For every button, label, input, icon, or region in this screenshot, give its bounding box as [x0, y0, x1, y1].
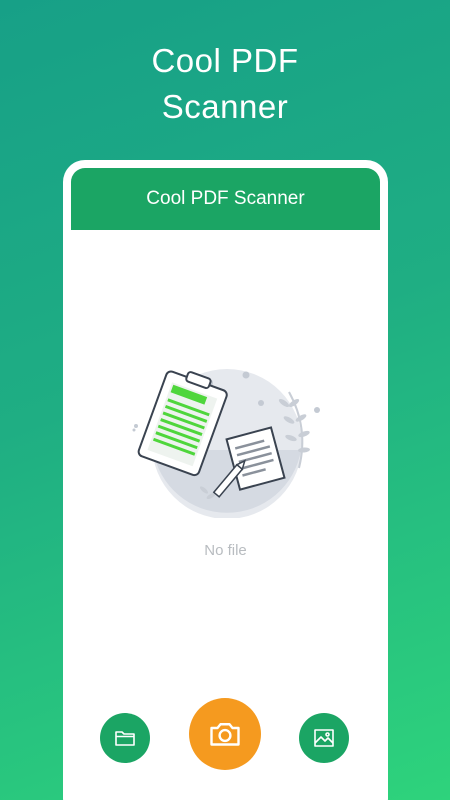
promo-title-line2: Scanner [161, 88, 289, 125]
empty-state-illustration [132, 369, 320, 518]
promo-title-line1: Cool PDF [151, 42, 299, 79]
folder-icon [115, 731, 135, 746]
empty-state-text: No file [204, 542, 247, 559]
app-bar: Cool PDF Scanner [71, 168, 380, 230]
app-title: Cool PDF Scanner [146, 188, 305, 209]
phone-frame: Cool PDF Scanner No file [63, 160, 388, 800]
open-files-button[interactable] [100, 713, 150, 763]
image-icon [314, 729, 334, 747]
scan-camera-button[interactable] [189, 698, 261, 770]
camera-icon [210, 723, 240, 746]
open-gallery-button[interactable] [299, 713, 349, 763]
promo-screen: Cool PDF Scanner Cool PDF Scanner No fil… [0, 0, 450, 800]
promo-title: Cool PDF Scanner [0, 38, 450, 130]
app-screen: Cool PDF Scanner No file [71, 168, 380, 800]
